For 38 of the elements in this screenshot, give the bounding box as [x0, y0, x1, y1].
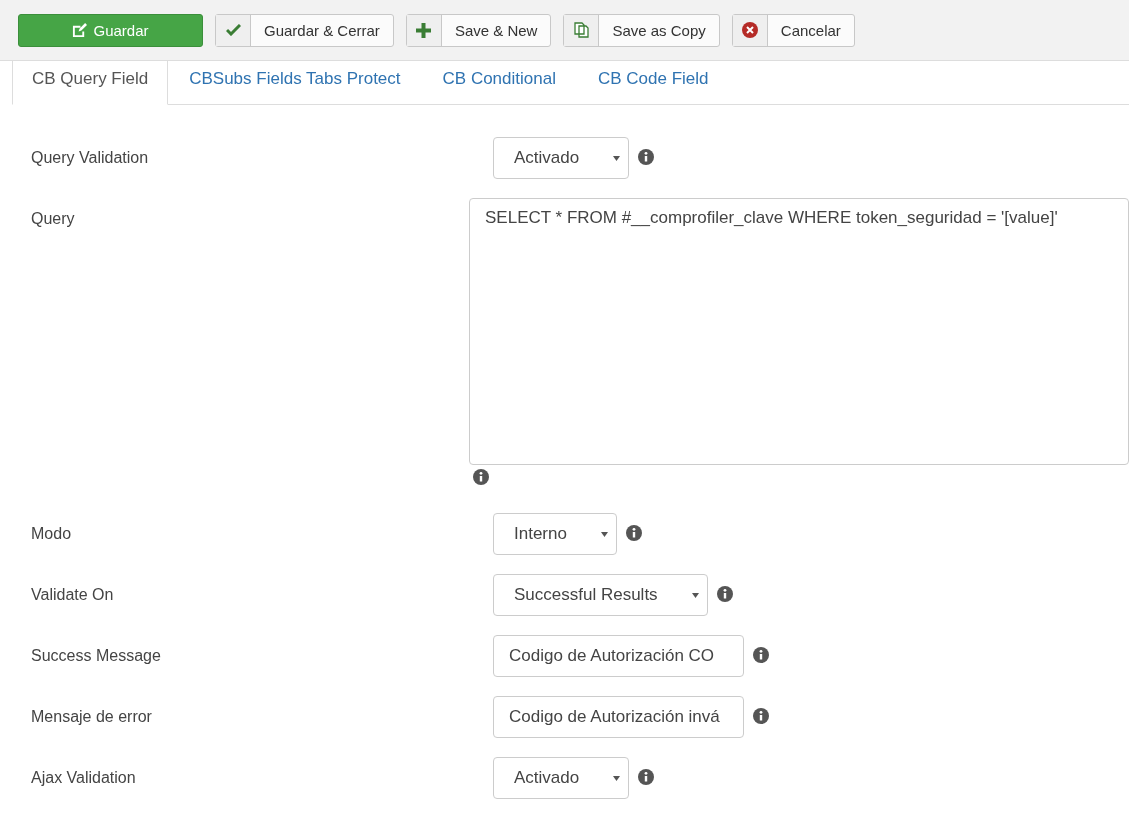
toolbar-button[interactable]: Save as Copy	[563, 13, 720, 47]
edit-icon	[72, 22, 88, 38]
tab[interactable]: CB Code Field	[576, 61, 730, 105]
field-label: Modo	[30, 524, 73, 543]
field-label: Ajax Validation	[30, 768, 137, 787]
info-icon[interactable]	[625, 525, 642, 541]
plus-icon	[416, 22, 432, 38]
caret-icon	[613, 775, 621, 781]
close-icon	[741, 22, 758, 38]
tab[interactable]: CBSubs Fields Tabs Protect	[168, 61, 422, 105]
info-icon[interactable]	[753, 708, 769, 724]
dropdown[interactable]: Interno	[493, 513, 617, 555]
tab[interactable]: CB Conditional	[421, 61, 577, 105]
field-label: Success Message	[30, 646, 162, 665]
check-icon	[225, 24, 241, 36]
field-label: Mensaje de error	[30, 707, 153, 726]
caret-icon	[600, 531, 608, 537]
info-icon[interactable]	[638, 769, 655, 785]
info-icon[interactable]	[716, 586, 733, 602]
info-icon[interactable]	[638, 149, 655, 165]
field-label: Validate On	[30, 585, 115, 604]
dropdown[interactable]: Successful Results	[493, 574, 708, 616]
input-field[interactable]: Codigo de Autorización CO	[493, 635, 744, 677]
caret-icon	[613, 155, 621, 161]
copy-icon	[573, 22, 589, 38]
input-field[interactable]: Codigo de Autorización invá	[493, 696, 744, 738]
cancel-button[interactable]: Cancelar	[731, 13, 855, 47]
tab[interactable]: CB Query Field	[12, 61, 169, 105]
info-icon[interactable]	[753, 647, 769, 663]
field-label: Query	[30, 209, 76, 228]
dropdown[interactable]: Activado	[493, 137, 630, 179]
toolbar-button[interactable]: Guardar & Cerrar	[215, 13, 394, 47]
field-label: Query Validation	[30, 148, 150, 167]
info-icon[interactable]	[473, 469, 489, 485]
toolbar-button[interactable]: Save & New	[405, 13, 552, 47]
dropdown[interactable]: Activado	[493, 757, 630, 799]
query-textarea[interactable]: SELECT * FROM #__comprofiler_clave WHERE token_seguridad = '[value]'	[469, 198, 1129, 465]
caret-icon	[691, 592, 699, 598]
